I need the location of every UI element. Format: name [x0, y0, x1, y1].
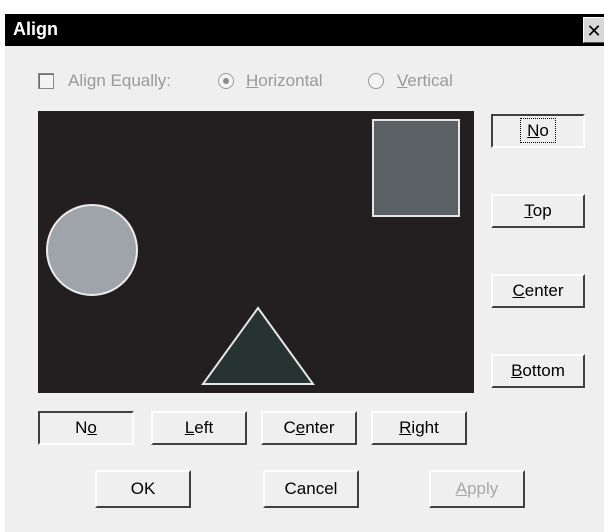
horizontal-center-button[interactable]: Center	[261, 411, 357, 445]
horizontal-right-button[interactable]: Right	[371, 411, 467, 445]
alignment-preview	[38, 111, 474, 393]
horizontal-radio[interactable]	[218, 73, 234, 89]
horizontal-no-button[interactable]: No	[38, 411, 134, 445]
align-equally-label: Align Equally:	[68, 71, 172, 90]
preview-rectangle	[372, 119, 460, 217]
vertical-top-button[interactable]: Top	[491, 194, 585, 228]
vertical-bottom-button[interactable]: Bottom	[491, 354, 585, 388]
preview-circle	[46, 204, 138, 296]
title-bar: Align ✕	[5, 14, 604, 46]
vertical-radio[interactable]	[368, 73, 384, 89]
vertical-center-button[interactable]: Center	[491, 274, 585, 308]
align-dialog: Align ✕ Align Equally: Horizontal Vertic…	[4, 13, 604, 532]
horizontal-radio-label: Horizontal	[246, 71, 323, 90]
ok-button[interactable]: OK	[95, 470, 191, 508]
align-equally-checkbox[interactable]	[38, 73, 54, 89]
apply-button[interactable]: Apply	[429, 470, 525, 508]
vertical-no-button[interactable]: No	[491, 114, 585, 148]
preview-triangle	[201, 306, 315, 385]
close-button[interactable]: ✕	[583, 17, 604, 43]
close-icon: ✕	[586, 21, 602, 41]
cancel-button[interactable]: Cancel	[263, 470, 359, 508]
horizontal-left-button[interactable]: Left	[151, 411, 247, 445]
dialog-title: Align	[13, 19, 58, 39]
options-row: Align Equally: Horizontal Vertical	[5, 70, 604, 94]
vertical-radio-label: Vertical	[397, 71, 453, 90]
